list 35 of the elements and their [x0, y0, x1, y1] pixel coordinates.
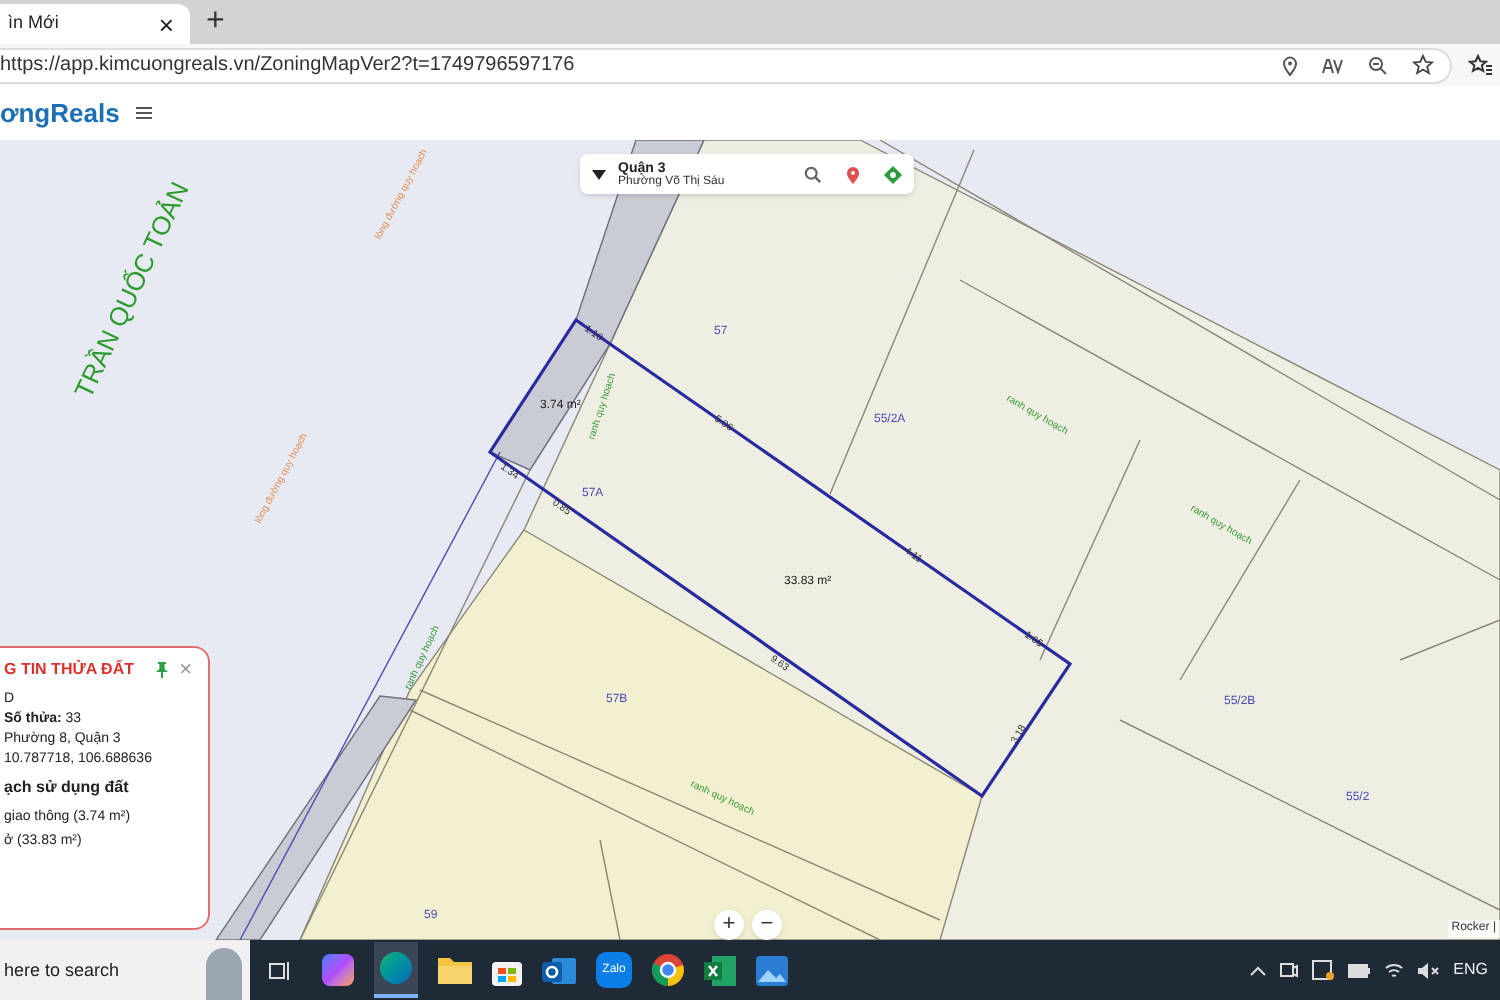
- language-indicator[interactable]: ENG: [1453, 958, 1488, 982]
- image-icon[interactable]: [756, 955, 788, 985]
- battery-icon[interactable]: [1347, 963, 1370, 977]
- mail-icon[interactable]: [542, 955, 576, 985]
- panel-title: G TIN THỬA ĐẤT: [4, 658, 134, 682]
- caret-icon[interactable]: [592, 169, 606, 179]
- menu-icon[interactable]: [135, 106, 152, 120]
- new-tab-button[interactable]: +: [206, 6, 225, 38]
- folder-icon[interactable]: [438, 956, 472, 984]
- wifi-icon[interactable]: [1383, 961, 1404, 979]
- zoom-out-icon[interactable]: [1368, 55, 1388, 75]
- browser-tab[interactable]: ìn Mới ×: [0, 4, 190, 44]
- location-pin-icon[interactable]: [1282, 55, 1298, 75]
- search-icon[interactable]: [804, 165, 822, 183]
- map-pin-icon[interactable]: [846, 165, 860, 183]
- app-logo: ơngReals: [0, 100, 120, 126]
- selected-parcel-outline[interactable]: [487, 317, 1073, 799]
- star-icon[interactable]: [1412, 54, 1434, 76]
- muted-speaker-icon[interactable]: [1417, 961, 1440, 979]
- round-browser-icon[interactable]: [652, 954, 684, 986]
- chevron-up-icon[interactable]: [1249, 965, 1266, 975]
- notification-app-icon[interactable]: [1311, 960, 1334, 980]
- browser-icon[interactable]: [374, 942, 418, 998]
- taskbar-search-field[interactable]: here to search: [0, 940, 206, 1000]
- locate-icon[interactable]: [884, 165, 902, 183]
- address-bar[interactable]: https://app.kimcuongreals.vn/ZoningMapVer2?t=1749796597176: [0, 47, 1452, 83]
- sparkle-app-icon[interactable]: [322, 954, 354, 986]
- meeting-icon[interactable]: [1279, 961, 1298, 979]
- favorites-icon[interactable]: [1468, 54, 1492, 76]
- read-aloud-icon[interactable]: [1322, 57, 1344, 73]
- spreadsheet-icon[interactable]: [704, 955, 736, 985]
- close-icon[interactable]: ×: [158, 11, 174, 37]
- task-view-icon[interactable]: [266, 959, 290, 981]
- section-title: ạch sử dụng đất: [4, 776, 131, 800]
- pin-icon[interactable]: [155, 662, 168, 678]
